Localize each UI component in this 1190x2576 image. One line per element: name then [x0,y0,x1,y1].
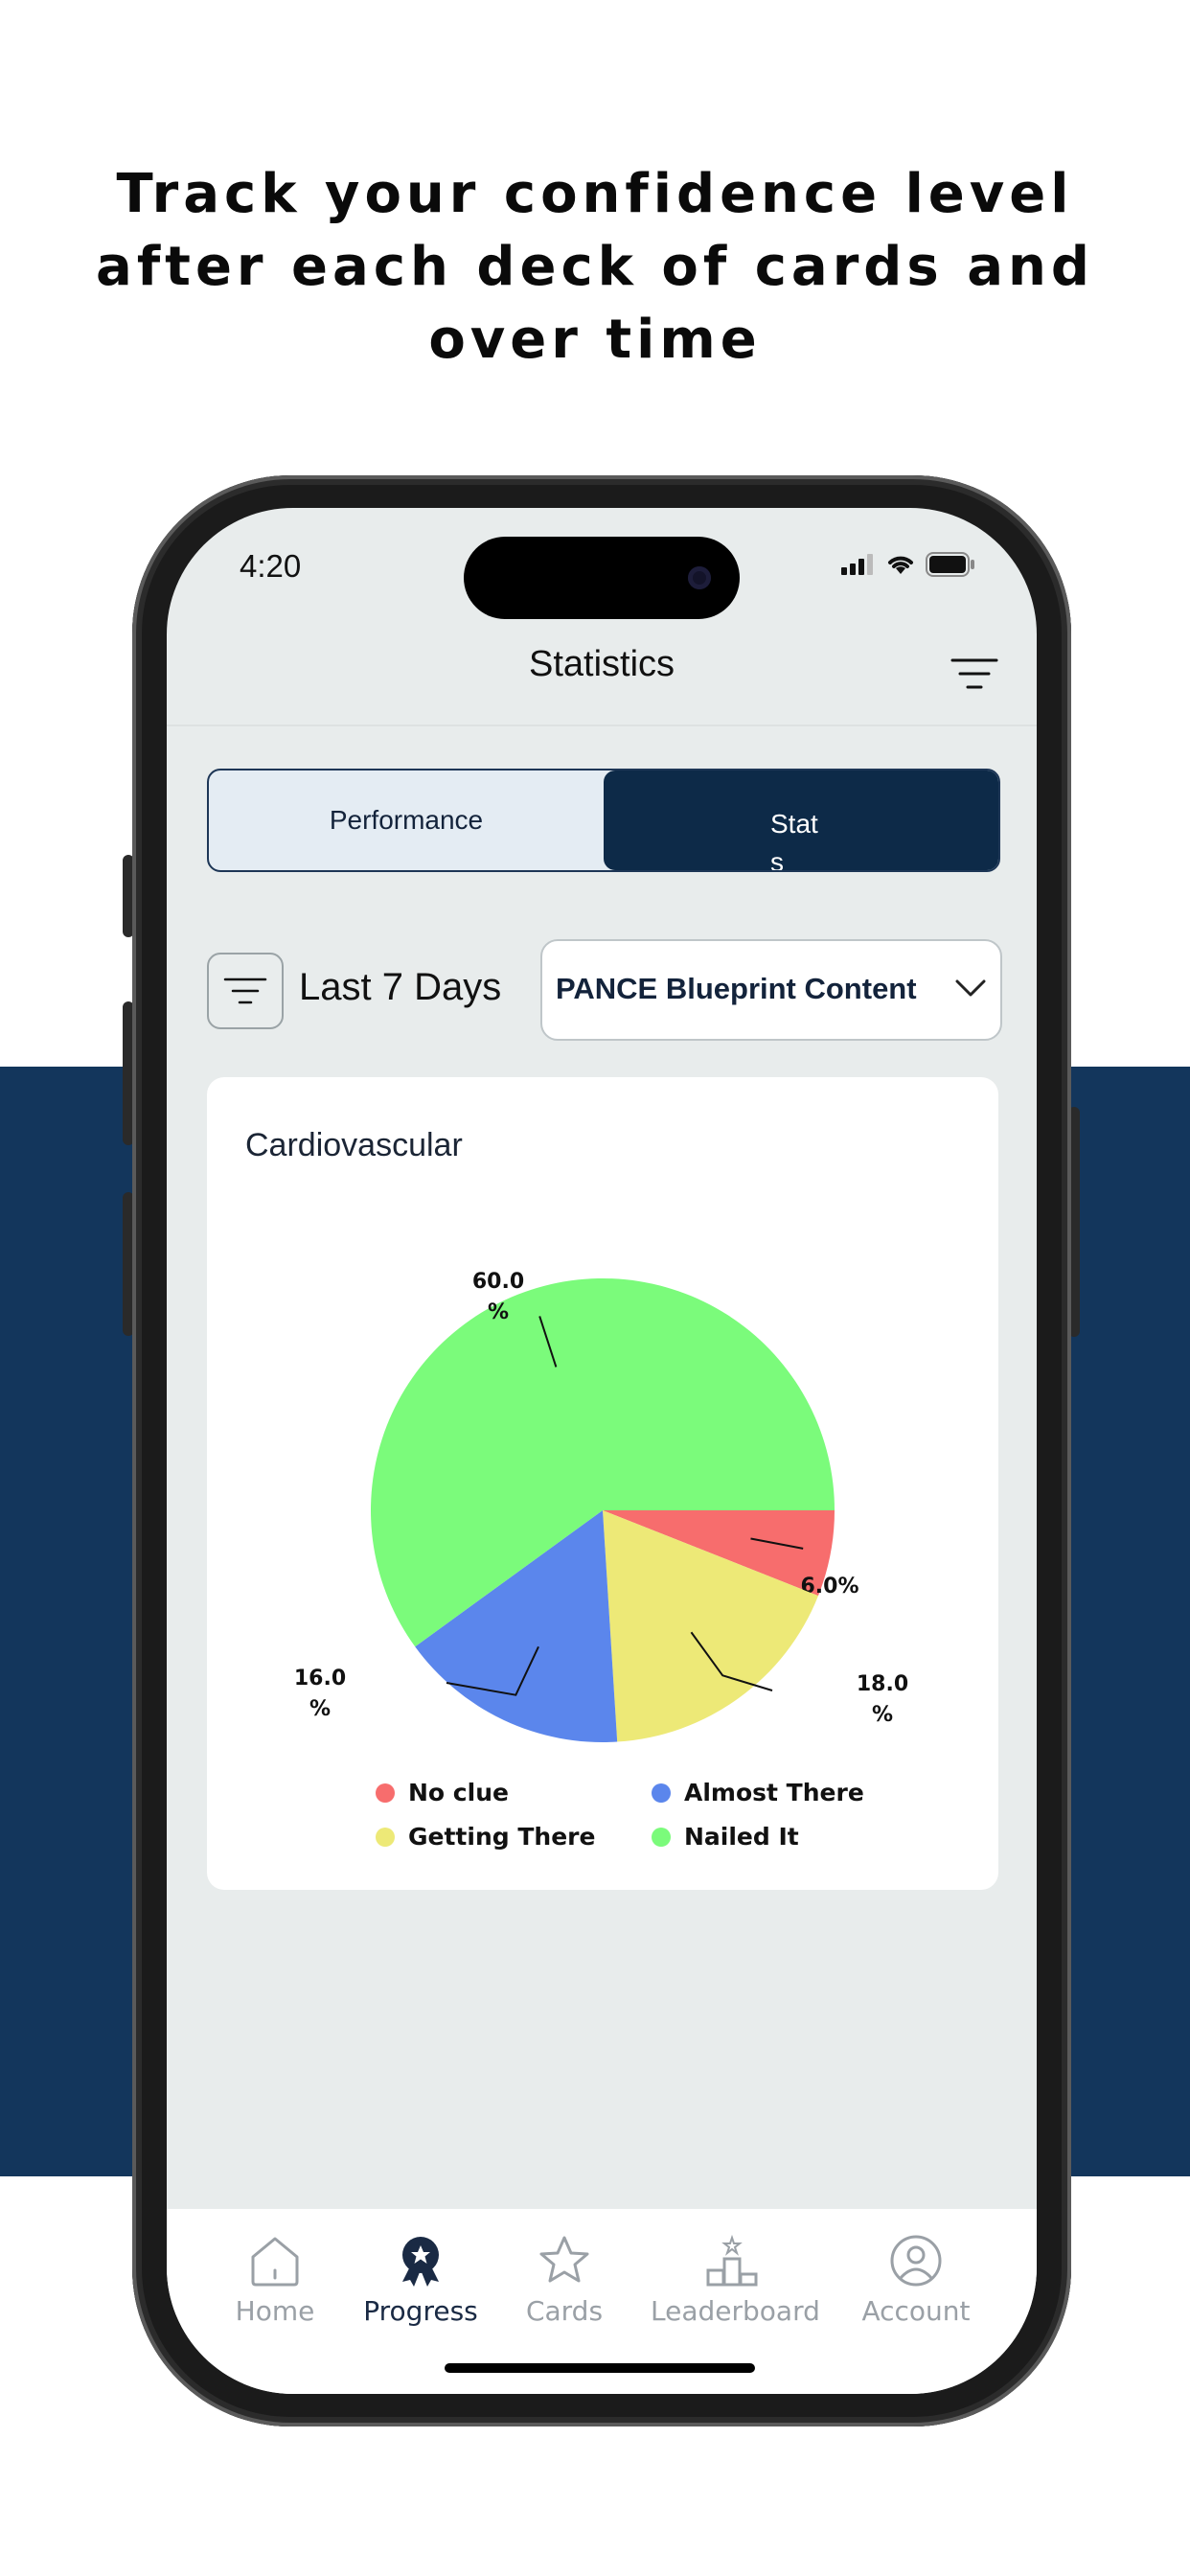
user-circle-icon [835,2234,997,2288]
tab-stats-label: Stats [770,809,818,872]
tab-cards[interactable]: Cards [483,2209,646,2334]
headline-line-2: after each deck of cards and [96,236,1094,298]
tab-performance[interactable]: Performance [209,770,604,870]
legend-item: No clue [376,1779,509,1806]
legend-item: Nailed It [652,1823,799,1851]
tab-account[interactable]: Account [835,2209,997,2334]
legend-item: Almost There [652,1779,864,1806]
legend-label: Almost There [684,1779,864,1806]
wifi-icon [888,556,913,574]
view-segmented-control: Performance Stats [207,769,1000,872]
headline-line-3: over time [428,309,762,371]
date-range-label: Last 7 Days [299,966,502,1008]
tab-label: Home [235,2295,315,2327]
date-filter-button[interactable] [207,953,284,1029]
legend-swatch [652,1782,671,1803]
chevron-down-icon [955,979,986,997]
header-divider [167,724,1037,726]
tab-label: Progress [363,2295,478,2327]
dynamic-island [464,537,740,619]
star-icon [483,2234,646,2288]
pie-chart: 6.0%18.0 %16.0 %60.0% [294,1270,908,1742]
promo-headline: Track your confidence level after each d… [0,158,1190,377]
tab-label: Cards [525,2295,604,2327]
phone-screen: 4:20 Statistics Performance Stats Last 7… [167,508,1037,2394]
chart-card: Cardiovascular 6.0% 18.0% 16.0% 60.0% No cl… [207,1077,998,1890]
legend-label: Nailed It [684,1823,799,1851]
status-icons [841,552,975,577]
status-time: 4:20 [240,548,302,584]
filter-lines-icon [223,978,267,1004]
tab-progress[interactable]: Progress [339,2209,502,2334]
legend-item: Getting There [376,1823,595,1851]
home-indicator [445,2363,755,2373]
home-icon [194,2234,356,2288]
legend-swatch [376,1827,395,1847]
headline-line-1: Track your confidence level [116,163,1074,225]
podium-icon [651,2234,813,2288]
tab-home[interactable]: Home [194,2209,356,2334]
camera-icon [688,566,711,589]
legend-swatch [376,1782,395,1803]
category-dropdown[interactable]: PANCE Blueprint Content [540,939,1002,1041]
award-icon [339,2234,502,2288]
pie-data-label: 18.0% [857,1672,908,1727]
category-dropdown-value: PANCE Blueprint Content [556,972,917,1005]
legend-label: Getting There [408,1823,596,1851]
tab-stats[interactable]: Stats [604,770,998,870]
page-title: Statistics [528,644,675,684]
legend-swatch [652,1827,671,1847]
legend-label: No clue [408,1779,509,1806]
pie-data-label: 16.0% [294,1667,346,1721]
battery-icon [926,552,974,577]
tab-leaderboard[interactable]: Leaderboard [651,2209,820,2334]
signal-icon [841,554,873,575]
tab-label: Leaderboard [651,2295,820,2327]
filter-lines-icon[interactable] [950,657,998,690]
tab-label: Account [861,2295,971,2327]
